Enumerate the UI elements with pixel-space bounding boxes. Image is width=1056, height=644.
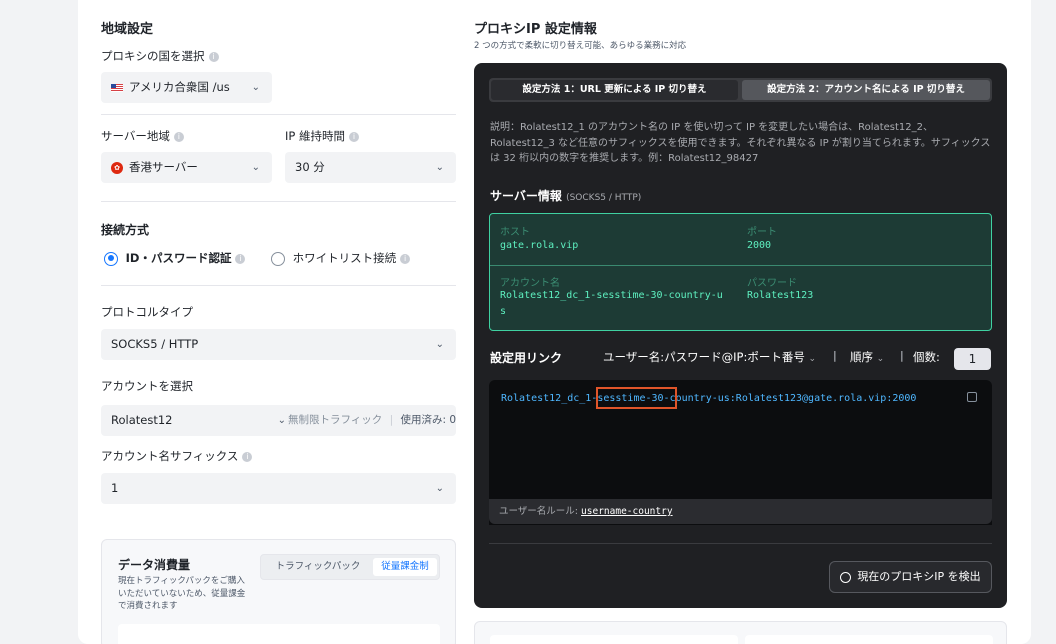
us-flag-icon	[111, 83, 123, 92]
chevron-down-icon: ⌄	[808, 354, 817, 364]
divider	[490, 265, 991, 266]
server-info-box: ホスト gate.rola.vip ポート 2000 アカウント名 Rolate…	[489, 213, 992, 331]
radio-unchecked-icon[interactable]	[271, 251, 285, 266]
divider: |	[900, 349, 904, 362]
info-icon: i	[235, 253, 246, 264]
server-region-label: サーバー地域 i	[101, 128, 184, 144]
copy-icon[interactable]	[967, 392, 977, 402]
usage-value-box	[118, 624, 440, 644]
proxy-config-panel: 設定方法 1：URL 更新による IP 切り替え 設定方法 2：アカウント名によ…	[474, 63, 1007, 608]
account-label: アカウントを選択	[101, 379, 193, 393]
count-input[interactable]: 1	[954, 348, 991, 370]
info-icon: i	[208, 51, 219, 62]
host-value: gate.rola.vip	[500, 240, 579, 251]
protocol-select[interactable]: SOCKS5 / HTTP ⌄	[101, 329, 456, 360]
suffix-label: アカウント名サフィックス i	[101, 448, 253, 464]
usage-tabs: トラフィックパック 従量課金制	[260, 554, 440, 580]
lower-panel	[474, 621, 1007, 644]
chevron-down-icon: ⌄	[251, 82, 260, 93]
highlight-box	[596, 387, 677, 409]
port-value: 2000	[747, 240, 772, 251]
tab-pay-as-you-go[interactable]: 従量課金制	[373, 558, 437, 576]
proxy-link-text[interactable]: Rolatest12_dc_1-sesstime-30-country-us:R…	[501, 393, 916, 404]
divider	[101, 285, 456, 286]
chevron-down-icon: ⌄	[435, 483, 444, 494]
format-select[interactable]: ユーザー名:パスワード@IP:ポート番号 ⌄	[603, 349, 816, 365]
chevron-down-icon: ⌄	[435, 162, 444, 173]
divider: |	[833, 349, 837, 362]
method-description: 説明：Rolatest12_1 のアカウント名の IP を使い切って IP を変…	[490, 122, 991, 164]
radio-checked-icon[interactable]	[104, 251, 118, 266]
method-tabs: 設定方法 1：URL 更新による IP 切り替え 設定方法 2：アカウント名によ…	[489, 78, 992, 102]
proxy-info-title: プロキシIP 設定情報	[474, 22, 597, 37]
proxy-info-subtitle: 2 つの方式で柔軟に切り替え可能、あらゆる業務に対応	[474, 41, 687, 51]
username-rule: ユーザー名ルール: username-country	[489, 499, 992, 524]
account-value-line2: s	[500, 306, 507, 317]
server-info-title: サーバー情報 (SOCKS5 / HTTP)	[490, 189, 642, 203]
password-key: パスワード	[747, 278, 797, 289]
country-select[interactable]: アメリカ合衆国 /us ⌄	[101, 72, 272, 103]
usage-title: データ消費量	[118, 558, 191, 572]
traffic-info: 無制限トラフィック | 使用済み: 0%	[286, 405, 456, 436]
link-title: 設定用リンク	[490, 351, 563, 365]
count-label: 個数:	[913, 350, 940, 364]
auth-radio-whitelist[interactable]: ホワイトリスト接続 i	[271, 250, 411, 266]
server-region-select[interactable]: ✿ 香港サーバー ⌄	[101, 152, 272, 183]
protocol-label: プロトコルタイプ	[101, 305, 193, 319]
info-icon: i	[242, 451, 253, 462]
auth-radio-idpass[interactable]: ID・パスワード認証 i	[104, 250, 246, 266]
account-value-line1: Rolatest12_dc_1-sesstime-30-country-u	[500, 290, 723, 301]
chevron-down-icon: ⌄	[435, 339, 444, 350]
region-settings-title: 地域設定	[101, 22, 154, 37]
chevron-down-icon: ⌄	[876, 354, 885, 364]
divider	[101, 114, 456, 115]
info-icon: i	[400, 253, 411, 264]
detect-ip-button[interactable]: 現在のプロキシIP を検出	[829, 561, 992, 593]
connection-title: 接続方式	[101, 223, 150, 237]
ip-time-label: IP 維持時間 i	[285, 128, 359, 144]
suffix-select[interactable]: 1 ⌄	[101, 473, 456, 504]
password-value: Rolatest123	[747, 290, 814, 301]
lower-box-left	[490, 635, 738, 644]
usage-card: データ消費量 現在トラフィックパックをご購入いただいていないため、従量課金で消費…	[101, 539, 456, 644]
tab-method-2[interactable]: 設定方法 2：アカウント名による IP 切り替え	[742, 80, 990, 100]
divider	[489, 543, 992, 544]
info-icon: i	[173, 131, 184, 142]
account-key: アカウント名	[500, 278, 560, 289]
country-label: プロキシの国を選択 i	[101, 48, 219, 64]
info-icon: i	[348, 131, 359, 142]
chevron-down-icon: ⌄	[277, 415, 286, 426]
lower-box-right	[745, 635, 993, 644]
port-key: ポート	[747, 227, 777, 238]
account-select[interactable]: Rolatest12 ⌄	[101, 405, 294, 436]
usage-description: 現在トラフィックパックをご購入いただいていないため、従量課金で消費されます	[118, 576, 246, 611]
refresh-icon	[840, 571, 852, 583]
chevron-down-icon: ⌄	[251, 162, 260, 173]
host-key: ホスト	[500, 227, 530, 238]
tab-method-1[interactable]: 設定方法 1：URL 更新による IP 切り替え	[491, 80, 738, 100]
order-select[interactable]: 順序 ⌄	[850, 349, 884, 365]
tab-traffic-pack[interactable]: トラフィックパック	[265, 558, 371, 576]
divider	[101, 201, 456, 202]
ip-time-select[interactable]: 30 分 ⌄	[285, 152, 456, 183]
hk-flag-icon: ✿	[111, 161, 123, 174]
